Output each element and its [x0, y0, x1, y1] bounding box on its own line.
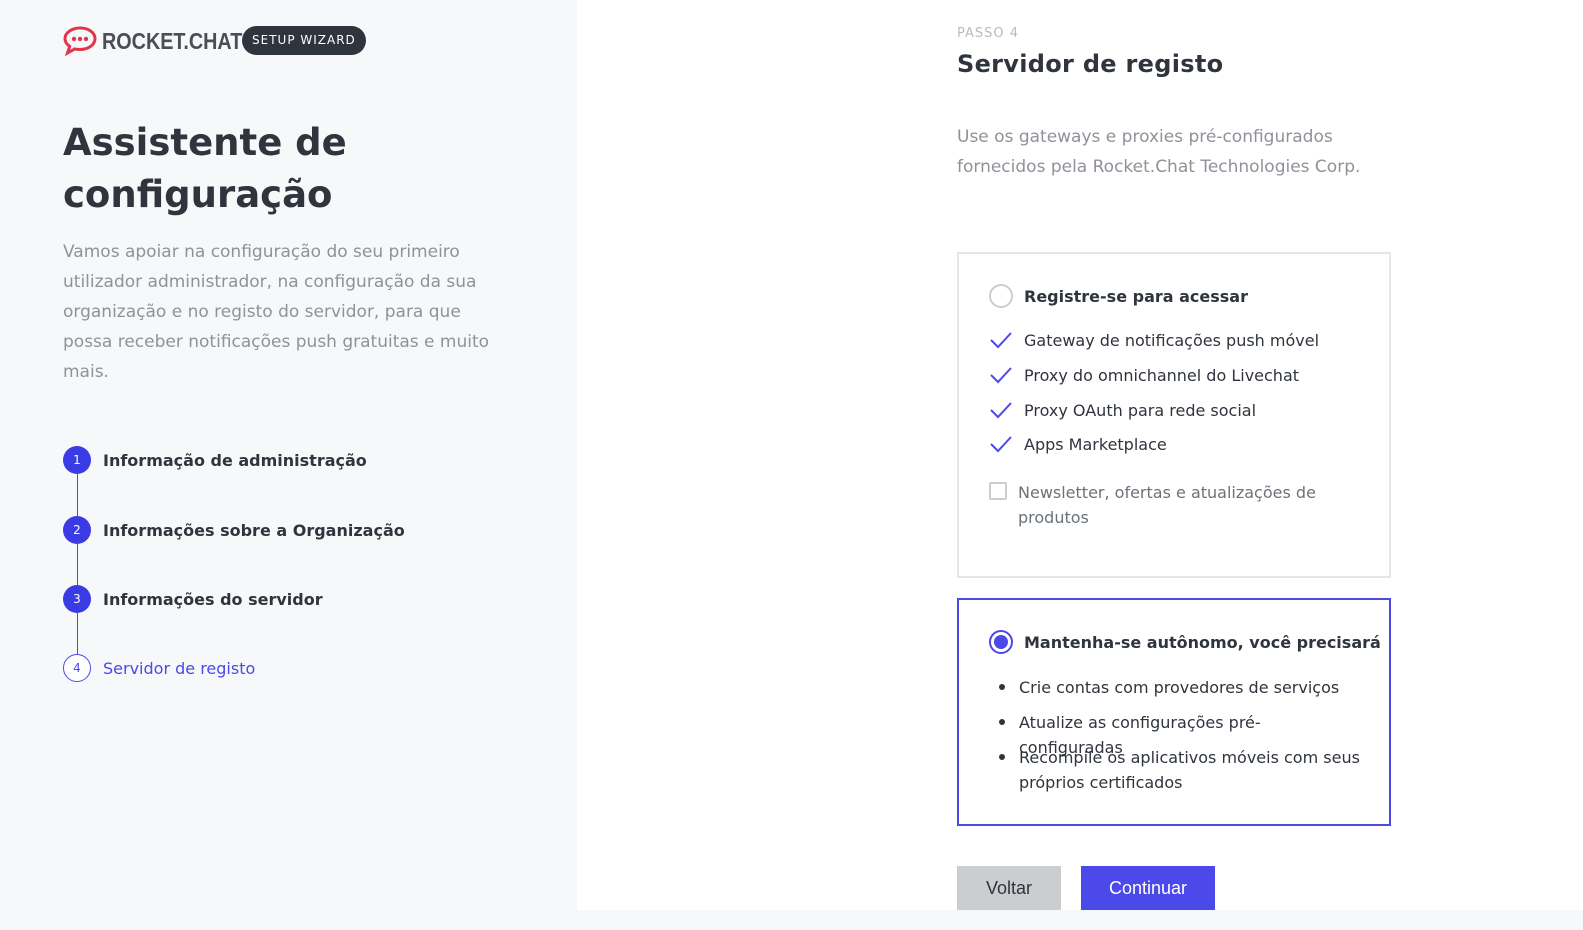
- step-number-badge: 1: [63, 446, 91, 474]
- newsletter-label[interactable]: Newsletter, ofertas e atualizações de pr…: [1018, 480, 1328, 530]
- requirement-item: Crie contas com provedores de serviços: [989, 675, 1364, 700]
- feature-item: Proxy do omnichannel do Livechat: [989, 365, 1299, 385]
- feature-label: Proxy OAuth para rede social: [1024, 400, 1257, 420]
- step-connector: [77, 613, 78, 654]
- step-item-admin-info: 1 Informação de administração: [63, 445, 367, 475]
- requirement-label: Crie contas com provedores de serviços: [1019, 678, 1340, 697]
- step-item-organization-info: 2 Informações sobre a Organização: [63, 515, 405, 545]
- option-register-header[interactable]: Registre-se para acessar: [989, 284, 1248, 308]
- sidebar-description: Vamos apoiar na configuração do seu prim…: [63, 242, 490, 382]
- bullet-icon: [999, 684, 1005, 690]
- sidebar-panel: ROCKET.CHAT SETUP WIZARD Assistente de c…: [0, 0, 577, 930]
- page-intro: Use os gateways e proxies pré-configurad…: [957, 127, 1361, 177]
- feature-label: Gateway de notificações push móvel: [1024, 330, 1320, 350]
- step-item-server-info: 3 Informações do servidor: [63, 584, 323, 614]
- check-icon: [990, 436, 1012, 453]
- check-icon: [990, 332, 1012, 349]
- check-icon: [990, 402, 1012, 419]
- step-connector: [77, 474, 78, 516]
- step-item-register-server: 4 Servidor de registo: [63, 653, 255, 683]
- step-label: Informações sobre a Organização: [103, 520, 405, 540]
- step-label: Informação de administração: [103, 450, 367, 470]
- rocketchat-logo-icon: [63, 26, 97, 57]
- continue-button[interactable]: Continuar: [1081, 866, 1215, 910]
- feature-label: Proxy do omnichannel do Livechat: [1024, 365, 1300, 385]
- logo-wordmark: ROCKET.CHAT: [102, 27, 243, 54]
- standalone-radio[interactable]: [989, 630, 1013, 654]
- newsletter-option[interactable]: Newsletter, ofertas e atualizações de pr…: [989, 480, 1328, 530]
- step-label: Informações do servidor: [103, 589, 323, 609]
- bullet-icon: [999, 754, 1005, 760]
- requirement-label: Recompile os aplicativos móveis com seus…: [1019, 748, 1360, 792]
- page-title: Servidor de registo: [957, 50, 1224, 78]
- requirement-item: Recompile os aplicativos móveis com seus…: [989, 745, 1364, 795]
- option-register-card[interactable]: Registre-se para acessar Gateway de noti…: [957, 252, 1391, 578]
- step-number-badge: 4: [63, 654, 91, 682]
- feature-item: Gateway de notificações push móvel: [989, 330, 1319, 350]
- step-connector: [77, 544, 78, 585]
- register-radio[interactable]: [989, 284, 1013, 308]
- sidebar-title: Assistente de configuração: [63, 121, 347, 216]
- option-standalone-card[interactable]: Mantenha-se autônomo, você precisará Cri…: [957, 598, 1391, 826]
- feature-item: Proxy OAuth para rede social: [989, 400, 1256, 420]
- step-caption: PASSO 4: [957, 26, 1020, 41]
- option-standalone-header[interactable]: Mantenha-se autônomo, você precisará: [989, 630, 1381, 654]
- check-icon: [990, 367, 1012, 384]
- step-number-badge: 2: [63, 516, 91, 544]
- option-standalone-title: Mantenha-se autônomo, você precisará: [1024, 632, 1381, 652]
- option-register-title: Registre-se para acessar: [1024, 286, 1248, 306]
- step-label: Servidor de registo: [103, 658, 256, 678]
- back-button[interactable]: Voltar: [957, 866, 1061, 910]
- step-number-badge: 3: [63, 585, 91, 613]
- feature-item: Apps Marketplace: [989, 434, 1167, 454]
- bullet-icon: [999, 719, 1005, 725]
- rocketchat-logo: ROCKET.CHAT: [63, 24, 265, 58]
- newsletter-checkbox[interactable]: [989, 482, 1007, 500]
- setup-wizard-badge: SETUP WIZARD: [242, 26, 366, 55]
- feature-label: Apps Marketplace: [1024, 434, 1167, 454]
